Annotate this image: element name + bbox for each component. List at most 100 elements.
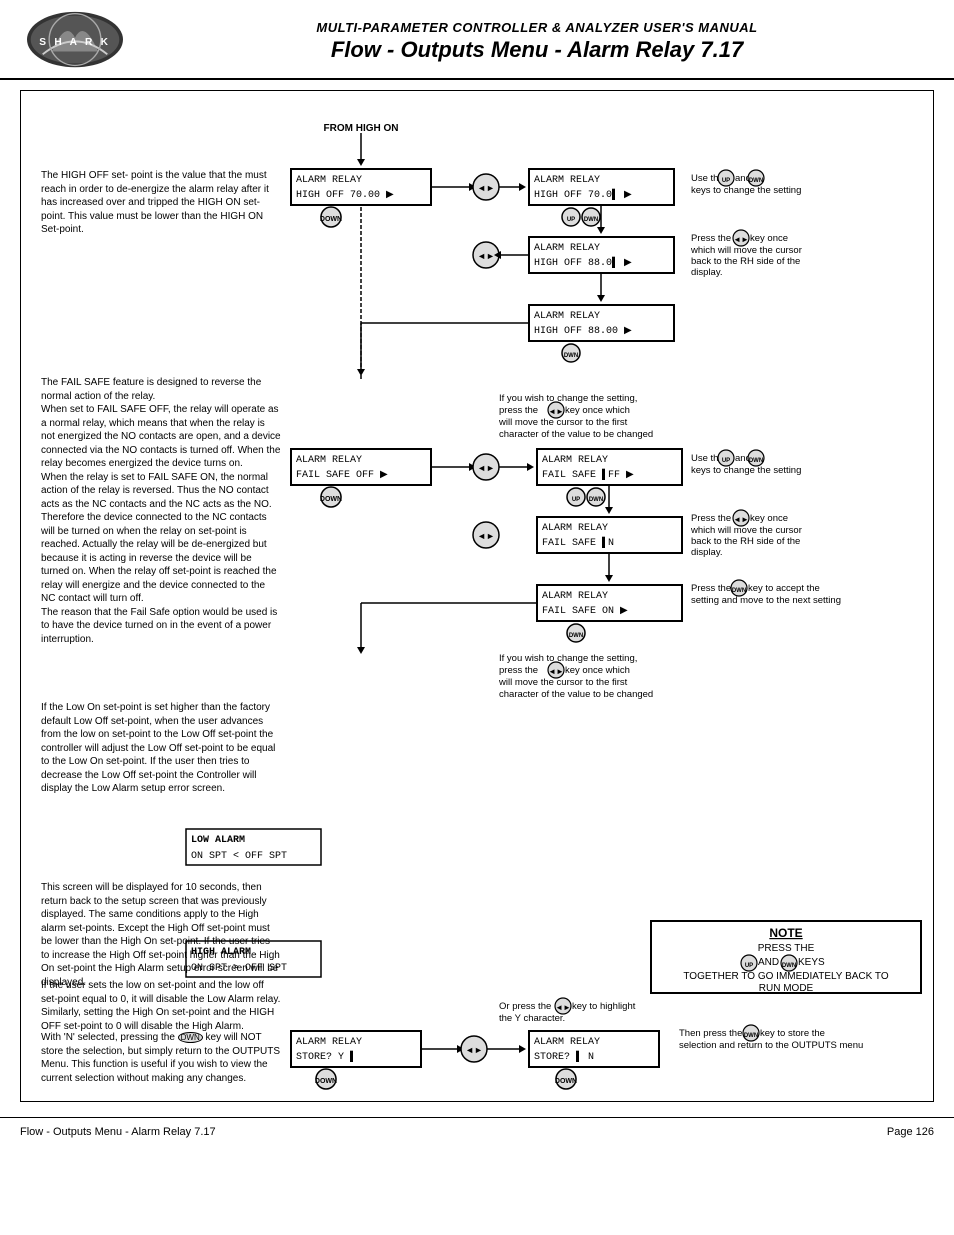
svg-text:FAIL SAFE ▌N: FAIL SAFE ▌N xyxy=(542,536,614,549)
svg-text:ALARM RELAY: ALARM RELAY xyxy=(542,591,608,602)
svg-text:HIGH OFF 88.00 ▶: HIGH OFF 88.00 ▶ xyxy=(534,326,632,337)
svg-text:DWN: DWN xyxy=(732,588,746,594)
svg-text:ALARM RELAY: ALARM RELAY xyxy=(296,455,362,466)
svg-text:character of the value to be c: character of the value to be changed xyxy=(499,689,653,700)
page-footer: Flow - Outputs Menu - Alarm Relay 7.17 P… xyxy=(0,1117,954,1146)
svg-text:press the: press the xyxy=(499,665,538,676)
svg-text:keys to change the setting: keys to change the setting xyxy=(691,185,801,196)
svg-text:UP: UP xyxy=(572,497,580,503)
svg-text:which will move the cursor: which will move the cursor xyxy=(690,245,802,256)
svg-text:Press the: Press the xyxy=(691,513,731,524)
lcd-high-off-1-line2: HIGH OFF 70.00 ▶ xyxy=(296,190,394,201)
svg-text:DOWN: DOWN xyxy=(320,496,342,503)
svg-text:ALARM RELAY: ALARM RELAY xyxy=(296,1037,362,1048)
svg-text:STORE? Y ▌: STORE? Y ▌ xyxy=(296,1050,356,1063)
svg-text:◄►: ◄► xyxy=(555,1003,571,1012)
svg-text:selection and return to the OU: selection and return to the OUTPUTS menu xyxy=(679,1040,863,1051)
svg-text:ALARM RELAY: ALARM RELAY xyxy=(542,455,608,466)
svg-text:key once which: key once which xyxy=(565,405,630,416)
svg-text:FAIL SAFE ON ▶: FAIL SAFE ON ▶ xyxy=(542,606,628,617)
svg-text:ALARM RELAY: ALARM RELAY xyxy=(542,523,608,534)
svg-text:UP: UP xyxy=(745,963,753,969)
footer-right: Page 126 xyxy=(887,1126,934,1138)
svg-text:NOTE: NOTE xyxy=(769,926,802,940)
svg-text:◄►: ◄► xyxy=(548,667,564,676)
svg-text:◄►: ◄► xyxy=(548,407,564,416)
svg-text:display.: display. xyxy=(691,547,723,558)
svg-text:back to the RH side of the: back to the RH side of the xyxy=(691,536,800,547)
lcd-high-off-1-line1: ALARM RELAY xyxy=(296,175,362,186)
svg-text:DOWN: DOWN xyxy=(315,1078,337,1085)
shark-logo: S H A R K xyxy=(20,10,130,70)
svg-text:Press the: Press the xyxy=(691,233,731,244)
svg-text:If you wish to change the sett: If you wish to change the setting, xyxy=(499,393,637,404)
svg-text:UP: UP xyxy=(722,458,730,464)
header-text: MULTI-PARAMETER CONTROLLER & ANALYZER US… xyxy=(140,20,934,63)
main-content: FROM HIGH ON ALARM RELAY HIGH OFF 70.00 … xyxy=(0,80,954,1112)
svg-text:DWN: DWN xyxy=(569,633,583,639)
svg-text:RUN MODE: RUN MODE xyxy=(759,983,814,994)
svg-text:key to accept the: key to accept the xyxy=(748,583,820,594)
svg-text:◄►: ◄► xyxy=(477,183,495,193)
svg-text:DWN: DWN xyxy=(749,178,763,184)
svg-text:press the: press the xyxy=(499,405,538,416)
svg-text:If you wish to change the sett: If you wish to change the setting, xyxy=(499,653,637,664)
svg-text:will move the cursor to the fi: will move the cursor to the first xyxy=(498,677,628,688)
logo-area: S H A R K xyxy=(20,10,140,73)
footer-left: Flow - Outputs Menu - Alarm Relay 7.17 xyxy=(20,1126,216,1138)
svg-text:back to the RH side of the: back to the RH side of the xyxy=(691,256,800,267)
svg-text:which will move the cursor: which will move the cursor xyxy=(690,525,802,536)
svg-text:◄►: ◄► xyxy=(465,1045,483,1055)
svg-text:◄►: ◄► xyxy=(477,463,495,473)
svg-text:KEYS: KEYS xyxy=(798,957,825,968)
from-label: FROM HIGH ON xyxy=(324,123,399,134)
svg-text:DWN: DWN xyxy=(584,217,598,223)
svg-text:key once: key once xyxy=(750,513,788,524)
svg-text:TOGETHER TO GO IMMEDIATELY BAC: TOGETHER TO GO IMMEDIATELY BACK TO xyxy=(683,971,888,982)
svg-text:DWN: DWN xyxy=(589,497,603,503)
svg-text:PRESS THE: PRESS THE xyxy=(758,943,815,954)
diagram-svg: FROM HIGH ON ALARM RELAY HIGH OFF 70.00 … xyxy=(31,101,943,1091)
svg-text:ALARM RELAY: ALARM RELAY xyxy=(534,175,600,186)
svg-text:DOWN: DOWN xyxy=(555,1078,577,1085)
svg-text:UP: UP xyxy=(722,178,730,184)
svg-text:the Y character.: the Y character. xyxy=(499,1013,565,1024)
svg-text:HIGH OFF 70.0▌ ▶: HIGH OFF 70.0▌ ▶ xyxy=(534,188,632,201)
svg-text:display.: display. xyxy=(691,267,723,278)
svg-text:Press the: Press the xyxy=(691,583,731,594)
svg-text:FAIL SAFE OFF ▶: FAIL SAFE OFF ▶ xyxy=(296,470,388,481)
svg-text:DWN: DWN xyxy=(782,963,796,969)
svg-text:ON SPT < OFF SPT: ON SPT < OFF SPT xyxy=(191,851,287,862)
svg-text:key once which: key once which xyxy=(565,665,630,676)
svg-text:key to highlight: key to highlight xyxy=(572,1001,636,1012)
svg-text:◄►: ◄► xyxy=(477,251,495,261)
svg-text:DWN: DWN xyxy=(744,1033,758,1039)
svg-text:DWN: DWN xyxy=(749,458,763,464)
svg-text:character of the value to be c: character of the value to be changed xyxy=(499,429,653,440)
header-subtitle: MULTI-PARAMETER CONTROLLER & ANALYZER US… xyxy=(140,20,934,35)
svg-text:key once: key once xyxy=(750,233,788,244)
svg-text:◄►: ◄► xyxy=(733,235,749,244)
svg-text:DOWN: DOWN xyxy=(320,216,342,223)
page-header: S H A R K MULTI-PARAMETER CONTROLLER & A… xyxy=(0,0,954,80)
svg-text:will move the cursor to the fi: will move the cursor to the first xyxy=(498,417,628,428)
svg-text:LOW ALARM: LOW ALARM xyxy=(191,835,245,846)
svg-text:STORE? ▌ N: STORE? ▌ N xyxy=(534,1050,594,1063)
svg-text:ALARM RELAY: ALARM RELAY xyxy=(534,1037,600,1048)
svg-text:setting and move to the next s: setting and move to the next setting xyxy=(691,595,841,606)
svg-text:Or press the: Or press the xyxy=(499,1001,551,1012)
svg-text:keys to change the setting: keys to change the setting xyxy=(691,465,801,476)
svg-text:UP: UP xyxy=(567,217,575,223)
diagram-box: FROM HIGH ON ALARM RELAY HIGH OFF 70.00 … xyxy=(20,90,934,1102)
svg-text:ALARM RELAY: ALARM RELAY xyxy=(534,311,600,322)
svg-text:key to store the: key to store the xyxy=(760,1028,825,1039)
svg-text:HIGH OFF 88.0▌ ▶: HIGH OFF 88.0▌ ▶ xyxy=(534,256,632,269)
header-title: Flow - Outputs Menu - Alarm Relay 7.17 xyxy=(140,37,934,63)
svg-text:DWN: DWN xyxy=(564,353,578,359)
svg-text:Then press the: Then press the xyxy=(679,1028,742,1039)
svg-text:◄►: ◄► xyxy=(733,515,749,524)
svg-text:FAIL SAFE ▌FF ▶: FAIL SAFE ▌FF ▶ xyxy=(542,468,634,481)
svg-text:ALARM RELAY: ALARM RELAY xyxy=(534,243,600,254)
svg-text:◄►: ◄► xyxy=(477,531,495,541)
svg-text:AND: AND xyxy=(758,957,779,968)
